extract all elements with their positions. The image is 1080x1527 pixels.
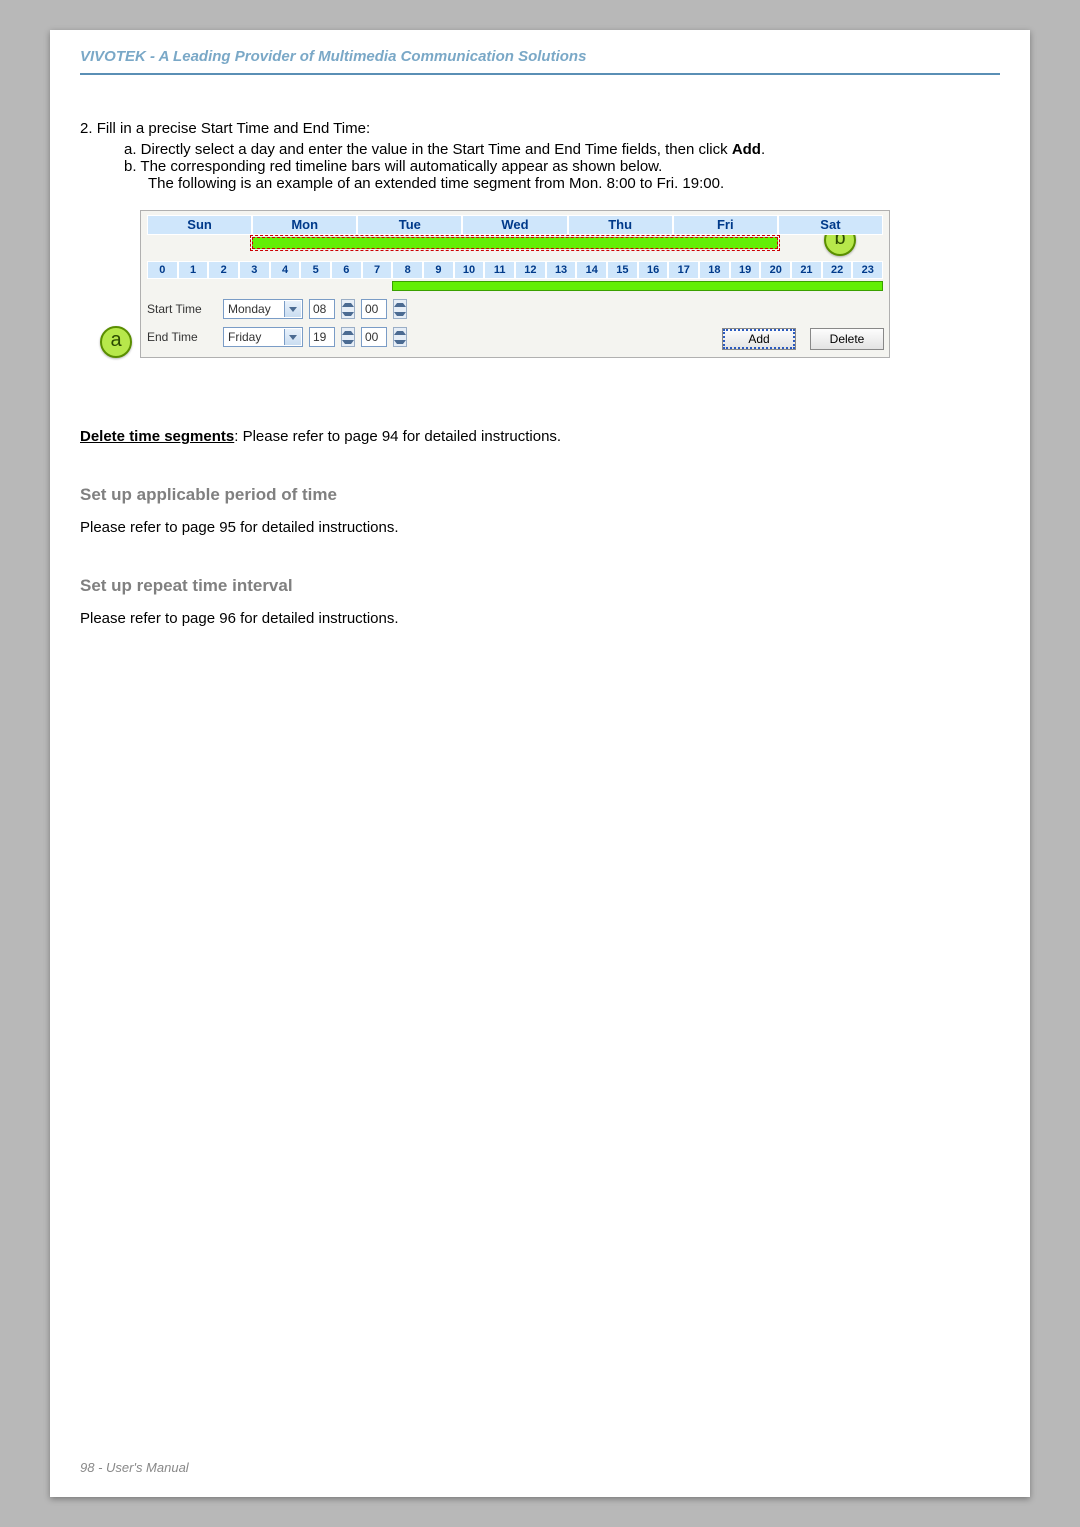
day-sun[interactable]: Sun — [147, 215, 252, 235]
schedule-panel: a b Sun Mon Tue Wed Thu Fri Sat 01234567… — [140, 210, 890, 358]
step-text: Fill in a precise Start Time and End Tim… — [97, 120, 370, 137]
start-day-select[interactable]: Monday — [223, 299, 303, 319]
action-buttons: Add Delete — [722, 328, 884, 350]
hour-23[interactable]: 23 — [852, 261, 883, 279]
chevron-down-icon — [284, 301, 301, 317]
header-title: VIVOTEK - A Leading Provider of Multimed… — [80, 48, 586, 65]
hour-9[interactable]: 9 — [423, 261, 454, 279]
step-b2: The following is an example of an extend… — [80, 175, 1000, 192]
end-hour-stepper[interactable] — [341, 327, 355, 347]
add-word: Add — [732, 141, 761, 158]
content: 2. Fill in a precise Start Time and End … — [80, 120, 1000, 633]
hour-5[interactable]: 5 — [300, 261, 331, 279]
delete-button[interactable]: Delete — [810, 328, 884, 350]
hour-1[interactable]: 1 — [178, 261, 209, 279]
hour-timeline — [147, 281, 883, 291]
hour-18[interactable]: 18 — [699, 261, 730, 279]
hour-17[interactable]: 17 — [668, 261, 699, 279]
day-sat[interactable]: Sat — [778, 215, 883, 235]
hour-21[interactable]: 21 — [791, 261, 822, 279]
schedule-box: b Sun Mon Tue Wed Thu Fri Sat 0123456789… — [140, 210, 890, 358]
start-hour-stepper[interactable] — [341, 299, 355, 319]
hour-13[interactable]: 13 — [546, 261, 577, 279]
hour-7[interactable]: 7 — [362, 261, 393, 279]
section-applicable-title: Set up applicable period of time — [80, 485, 1000, 505]
start-time-label: Start Time — [147, 302, 217, 316]
hour-11[interactable]: 11 — [484, 261, 515, 279]
hour-15[interactable]: 15 — [607, 261, 638, 279]
hour-8[interactable]: 8 — [392, 261, 423, 279]
day-tue[interactable]: Tue — [357, 215, 462, 235]
start-time-row: Start Time Monday 08 00 — [147, 299, 883, 319]
chevron-down-icon — [284, 329, 301, 345]
end-day-value: Friday — [228, 330, 261, 344]
day-header-row: Sun Mon Tue Wed Thu Fri Sat — [147, 215, 883, 235]
hour-3[interactable]: 3 — [239, 261, 270, 279]
hour-14[interactable]: 14 — [576, 261, 607, 279]
end-hour-input[interactable]: 19 — [309, 327, 335, 347]
start-min-stepper[interactable] — [393, 299, 407, 319]
day-fri[interactable]: Fri — [673, 215, 778, 235]
step-b1: b. The corresponding red timeline bars w… — [80, 158, 1000, 175]
step-intro: 2. Fill in a precise Start Time and End … — [80, 120, 1000, 137]
page: VIVOTEK - A Leading Provider of Multimed… — [50, 30, 1030, 1497]
section-applicable-body: Please refer to page 95 for detailed ins… — [80, 519, 1000, 536]
step-a: a. Directly select a day and enter the v… — [80, 141, 1000, 158]
hour-0[interactable]: 0 — [147, 261, 178, 279]
delete-segments-label: Delete time segments — [80, 428, 234, 445]
end-time-label: End Time — [147, 330, 217, 344]
hour-22[interactable]: 22 — [822, 261, 853, 279]
end-min-input[interactable]: 00 — [361, 327, 387, 347]
page-header: VIVOTEK - A Leading Provider of Multimed… — [80, 48, 1000, 75]
start-day-value: Monday — [228, 302, 271, 316]
page-footer: 98 - User's Manual — [80, 1460, 189, 1475]
day-thu[interactable]: Thu — [568, 215, 673, 235]
hour-2[interactable]: 2 — [208, 261, 239, 279]
start-min-input[interactable]: 00 — [361, 299, 387, 319]
hour-10[interactable]: 10 — [454, 261, 485, 279]
delete-segments-line: Delete time segments: Please refer to pa… — [80, 428, 1000, 445]
day-wed[interactable]: Wed — [462, 215, 567, 235]
start-hour-input[interactable]: 08 — [309, 299, 335, 319]
add-button[interactable]: Add — [722, 328, 796, 350]
day-mon[interactable]: Mon — [252, 215, 357, 235]
section-repeat-title: Set up repeat time interval — [80, 576, 1000, 596]
hour-20[interactable]: 20 — [760, 261, 791, 279]
step-num: 2. — [80, 120, 93, 137]
week-timeline-bar[interactable] — [252, 237, 778, 249]
section-repeat-body: Please refer to page 96 for detailed ins… — [80, 610, 1000, 627]
hour-6[interactable]: 6 — [331, 261, 362, 279]
hour-19[interactable]: 19 — [730, 261, 761, 279]
hour-4[interactable]: 4 — [270, 261, 301, 279]
end-day-select[interactable]: Friday — [223, 327, 303, 347]
marker-a: a — [100, 326, 132, 358]
hour-timeline-bar[interactable] — [392, 281, 883, 291]
hour-header-row: 01234567891011121314151617181920212223 — [147, 261, 883, 279]
hour-16[interactable]: 16 — [638, 261, 669, 279]
end-min-stepper[interactable] — [393, 327, 407, 347]
hour-12[interactable]: 12 — [515, 261, 546, 279]
